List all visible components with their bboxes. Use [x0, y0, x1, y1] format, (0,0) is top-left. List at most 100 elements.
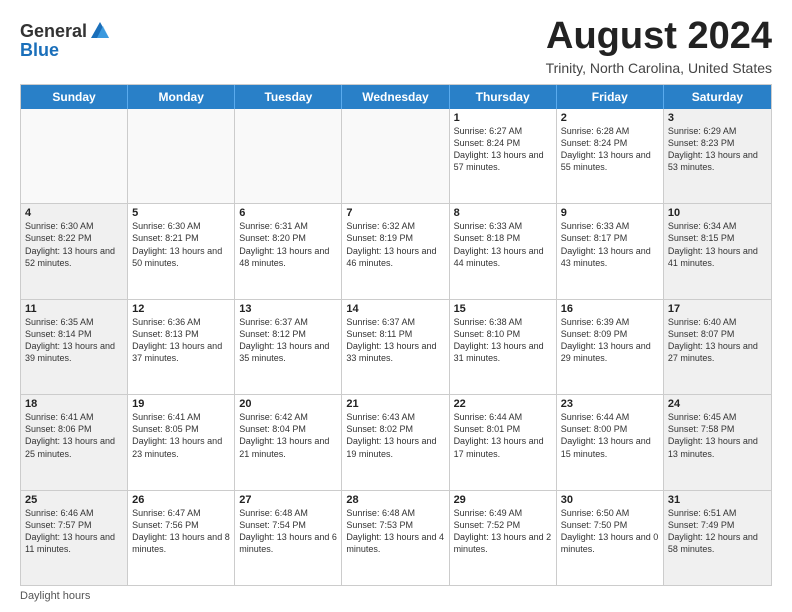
logo-general: General [20, 21, 87, 42]
cal-cell: 21Sunrise: 6:43 AM Sunset: 8:02 PM Dayli… [342, 395, 449, 489]
cal-cell: 9Sunrise: 6:33 AM Sunset: 8:17 PM Daylig… [557, 204, 664, 298]
cell-info: Sunrise: 6:37 AM Sunset: 8:12 PM Dayligh… [239, 316, 337, 365]
cal-cell: 4Sunrise: 6:30 AM Sunset: 8:22 PM Daylig… [21, 204, 128, 298]
cal-cell: 19Sunrise: 6:41 AM Sunset: 8:05 PM Dayli… [128, 395, 235, 489]
cal-row-2: 11Sunrise: 6:35 AM Sunset: 8:14 PM Dayli… [21, 299, 771, 394]
cal-row-0: 1Sunrise: 6:27 AM Sunset: 8:24 PM Daylig… [21, 109, 771, 203]
day-number: 29 [454, 494, 552, 506]
cal-cell: 22Sunrise: 6:44 AM Sunset: 8:01 PM Dayli… [450, 395, 557, 489]
cal-row-4: 25Sunrise: 6:46 AM Sunset: 7:57 PM Dayli… [21, 490, 771, 585]
cell-info: Sunrise: 6:48 AM Sunset: 7:53 PM Dayligh… [346, 507, 444, 556]
calendar: Sunday Monday Tuesday Wednesday Thursday… [20, 84, 772, 586]
day-number: 21 [346, 398, 444, 410]
day-number: 28 [346, 494, 444, 506]
day-number: 30 [561, 494, 659, 506]
page: General Blue August 2024 Trinity, North … [0, 0, 792, 612]
header-monday: Monday [128, 85, 235, 109]
cal-cell: 2Sunrise: 6:28 AM Sunset: 8:24 PM Daylig… [557, 109, 664, 203]
cal-cell: 15Sunrise: 6:38 AM Sunset: 8:10 PM Dayli… [450, 300, 557, 394]
cell-info: Sunrise: 6:44 AM Sunset: 8:01 PM Dayligh… [454, 411, 552, 460]
cell-info: Sunrise: 6:30 AM Sunset: 8:21 PM Dayligh… [132, 220, 230, 269]
day-number: 2 [561, 112, 659, 124]
calendar-header: Sunday Monday Tuesday Wednesday Thursday… [21, 85, 771, 109]
cell-info: Sunrise: 6:46 AM Sunset: 7:57 PM Dayligh… [25, 507, 123, 556]
cal-cell: 23Sunrise: 6:44 AM Sunset: 8:00 PM Dayli… [557, 395, 664, 489]
day-number: 1 [454, 112, 552, 124]
cal-cell: 29Sunrise: 6:49 AM Sunset: 7:52 PM Dayli… [450, 491, 557, 585]
cal-row-1: 4Sunrise: 6:30 AM Sunset: 8:22 PM Daylig… [21, 203, 771, 298]
day-number: 8 [454, 207, 552, 219]
cell-info: Sunrise: 6:31 AM Sunset: 8:20 PM Dayligh… [239, 220, 337, 269]
cal-cell: 27Sunrise: 6:48 AM Sunset: 7:54 PM Dayli… [235, 491, 342, 585]
header-wednesday: Wednesday [342, 85, 449, 109]
cal-cell: 7Sunrise: 6:32 AM Sunset: 8:19 PM Daylig… [342, 204, 449, 298]
cell-info: Sunrise: 6:39 AM Sunset: 8:09 PM Dayligh… [561, 316, 659, 365]
cell-info: Sunrise: 6:36 AM Sunset: 8:13 PM Dayligh… [132, 316, 230, 365]
cal-cell: 1Sunrise: 6:27 AM Sunset: 8:24 PM Daylig… [450, 109, 557, 203]
cal-cell: 18Sunrise: 6:41 AM Sunset: 8:06 PM Dayli… [21, 395, 128, 489]
day-number: 25 [25, 494, 123, 506]
day-number: 19 [132, 398, 230, 410]
header-friday: Friday [557, 85, 664, 109]
day-number: 17 [668, 303, 767, 315]
header-tuesday: Tuesday [235, 85, 342, 109]
cell-info: Sunrise: 6:44 AM Sunset: 8:00 PM Dayligh… [561, 411, 659, 460]
cal-cell: 25Sunrise: 6:46 AM Sunset: 7:57 PM Dayli… [21, 491, 128, 585]
cell-info: Sunrise: 6:40 AM Sunset: 8:07 PM Dayligh… [668, 316, 767, 365]
cell-info: Sunrise: 6:29 AM Sunset: 8:23 PM Dayligh… [668, 125, 767, 174]
cell-info: Sunrise: 6:43 AM Sunset: 8:02 PM Dayligh… [346, 411, 444, 460]
cell-info: Sunrise: 6:50 AM Sunset: 7:50 PM Dayligh… [561, 507, 659, 556]
day-number: 13 [239, 303, 337, 315]
day-number: 3 [668, 112, 767, 124]
cal-cell: 8Sunrise: 6:33 AM Sunset: 8:18 PM Daylig… [450, 204, 557, 298]
cell-info: Sunrise: 6:49 AM Sunset: 7:52 PM Dayligh… [454, 507, 552, 556]
cal-cell: 5Sunrise: 6:30 AM Sunset: 8:21 PM Daylig… [128, 204, 235, 298]
day-number: 31 [668, 494, 767, 506]
cal-cell [342, 109, 449, 203]
header: General Blue August 2024 Trinity, North … [20, 16, 772, 76]
cal-cell [21, 109, 128, 203]
calendar-body: 1Sunrise: 6:27 AM Sunset: 8:24 PM Daylig… [21, 109, 771, 585]
cell-info: Sunrise: 6:33 AM Sunset: 8:18 PM Dayligh… [454, 220, 552, 269]
cal-cell: 3Sunrise: 6:29 AM Sunset: 8:23 PM Daylig… [664, 109, 771, 203]
logo-blue: Blue [20, 40, 111, 61]
logo-icon [89, 20, 111, 42]
cal-cell: 16Sunrise: 6:39 AM Sunset: 8:09 PM Dayli… [557, 300, 664, 394]
cell-info: Sunrise: 6:27 AM Sunset: 8:24 PM Dayligh… [454, 125, 552, 174]
cell-info: Sunrise: 6:38 AM Sunset: 8:10 PM Dayligh… [454, 316, 552, 365]
day-number: 6 [239, 207, 337, 219]
cell-info: Sunrise: 6:35 AM Sunset: 8:14 PM Dayligh… [25, 316, 123, 365]
header-sunday: Sunday [21, 85, 128, 109]
day-number: 14 [346, 303, 444, 315]
day-number: 27 [239, 494, 337, 506]
day-number: 4 [25, 207, 123, 219]
cal-cell [235, 109, 342, 203]
cell-info: Sunrise: 6:42 AM Sunset: 8:04 PM Dayligh… [239, 411, 337, 460]
cal-cell: 30Sunrise: 6:50 AM Sunset: 7:50 PM Dayli… [557, 491, 664, 585]
cal-cell: 17Sunrise: 6:40 AM Sunset: 8:07 PM Dayli… [664, 300, 771, 394]
cal-cell: 12Sunrise: 6:36 AM Sunset: 8:13 PM Dayli… [128, 300, 235, 394]
cal-cell: 14Sunrise: 6:37 AM Sunset: 8:11 PM Dayli… [342, 300, 449, 394]
cal-cell: 26Sunrise: 6:47 AM Sunset: 7:56 PM Dayli… [128, 491, 235, 585]
cell-info: Sunrise: 6:48 AM Sunset: 7:54 PM Dayligh… [239, 507, 337, 556]
logo: General Blue [20, 20, 111, 61]
cell-info: Sunrise: 6:47 AM Sunset: 7:56 PM Dayligh… [132, 507, 230, 556]
cal-cell [128, 109, 235, 203]
location: Trinity, North Carolina, United States [546, 60, 772, 76]
cell-info: Sunrise: 6:34 AM Sunset: 8:15 PM Dayligh… [668, 220, 767, 269]
cal-cell: 28Sunrise: 6:48 AM Sunset: 7:53 PM Dayli… [342, 491, 449, 585]
day-number: 7 [346, 207, 444, 219]
day-number: 24 [668, 398, 767, 410]
cal-cell: 11Sunrise: 6:35 AM Sunset: 8:14 PM Dayli… [21, 300, 128, 394]
cal-cell: 20Sunrise: 6:42 AM Sunset: 8:04 PM Dayli… [235, 395, 342, 489]
cell-info: Sunrise: 6:41 AM Sunset: 8:05 PM Dayligh… [132, 411, 230, 460]
header-thursday: Thursday [450, 85, 557, 109]
cell-info: Sunrise: 6:45 AM Sunset: 7:58 PM Dayligh… [668, 411, 767, 460]
cell-info: Sunrise: 6:41 AM Sunset: 8:06 PM Dayligh… [25, 411, 123, 460]
cal-cell: 6Sunrise: 6:31 AM Sunset: 8:20 PM Daylig… [235, 204, 342, 298]
cal-cell: 31Sunrise: 6:51 AM Sunset: 7:49 PM Dayli… [664, 491, 771, 585]
cell-info: Sunrise: 6:33 AM Sunset: 8:17 PM Dayligh… [561, 220, 659, 269]
cal-cell: 24Sunrise: 6:45 AM Sunset: 7:58 PM Dayli… [664, 395, 771, 489]
day-number: 23 [561, 398, 659, 410]
title-area: August 2024 Trinity, North Carolina, Uni… [546, 16, 772, 76]
